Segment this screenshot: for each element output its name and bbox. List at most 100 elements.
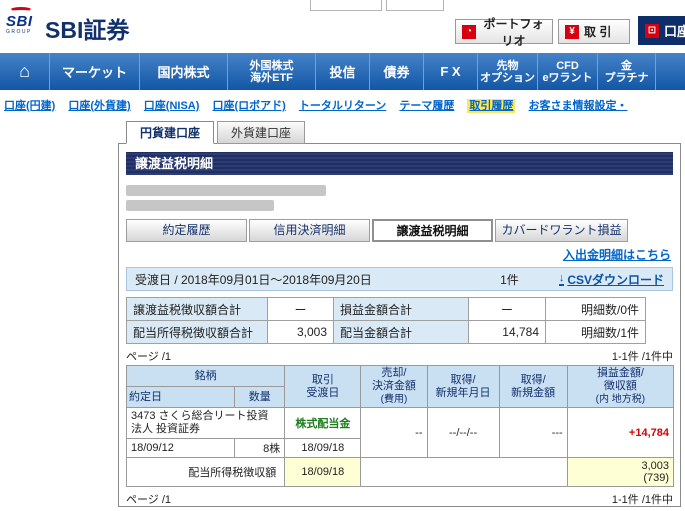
page-title: 譲渡益税明細 [126, 152, 673, 175]
top-header: SBI GROUP SBI証券 ◔ ポートフォリオ ¥ 取 引 ⊡ 口座 [0, 0, 685, 53]
nav-item-market[interactable]: マーケット [50, 53, 140, 90]
header-acquisition-amount: 取得/ 新規金額 [498, 365, 568, 408]
nav-item-cfd-warrant[interactable]: CFD eワラント [538, 53, 598, 90]
download-icon: ↓ [558, 271, 565, 286]
tab-margin-settlement[interactable]: 信用決済明細 [249, 219, 370, 242]
csv-download-link[interactable]: CSVダウンロード [567, 271, 664, 288]
nav-item-futures-options[interactable]: 先物 オプション [478, 53, 538, 90]
pager-top: ページ /1 1-1件 /1件中 [126, 349, 673, 363]
header-line: 新規年月日 [435, 386, 491, 399]
summary-value-pl-total: ー [468, 297, 546, 321]
nav-item-label: 国内株式 [157, 65, 210, 80]
trade-button-label: 取 引 [584, 25, 612, 39]
nav-item-gold-platinum[interactable]: 金 プラチナ [598, 53, 656, 90]
cropped-search-input-2[interactable] [386, 0, 444, 11]
dividend-tax-amount: 3,003 [641, 460, 669, 472]
pager-page-label: ページ /1 [126, 494, 172, 506]
nav-item-label: マーケット [61, 65, 127, 80]
detail-header-row-1: 銘柄 取引 受渡日 売却/ 決済金額 (費用) 取得/ 新規年月日 取得/ 新規… [125, 365, 675, 408]
subnav-link-account-nisa[interactable]: 口座(NISA) [144, 100, 200, 112]
summary-row-dividend-tax: 配当所得税徴収額合計 3,003 配当金額合計 14,784 明細数/1件 [126, 320, 646, 344]
nav-item-label: 先物 [496, 59, 519, 72]
subnav-link-theme-history[interactable]: テーマ履歴 [399, 100, 454, 112]
profit-cell: +14,784 [566, 407, 675, 458]
redacted-user-name [126, 185, 326, 196]
nav-item-label: F X [440, 64, 461, 79]
summary-label-dividend-tax: 配当所得税徴収額合計 [126, 320, 268, 344]
nav-item-label: プラチナ [604, 71, 649, 84]
header-line: 売却/ [381, 367, 407, 379]
quantity-cell: 8株 [234, 438, 286, 458]
tab-capital-gains-tax[interactable]: 譲渡益税明細 [372, 219, 493, 242]
portfolio-button[interactable]: ◔ ポートフォリオ [455, 17, 553, 48]
settlement-date-cell: 18/09/18 [284, 438, 362, 458]
summary-label-pl-total: 損益金額合計 [333, 297, 469, 321]
sbi-logo-text: SBI [6, 13, 33, 30]
redacted-account-info [126, 200, 274, 211]
nav-home-tab[interactable]: ⌂ [0, 53, 50, 90]
trade-button[interactable]: ¥ 取 引 [558, 19, 630, 44]
header-profit-loss: 損益金額/ 徴収額 (内 地方税) [566, 365, 675, 408]
header-trade-settlement: 取引 受渡日 [284, 365, 362, 408]
portfolio-button-label: ポートフォリオ [483, 16, 544, 48]
summary-value-transfer-tax: ー [267, 297, 334, 321]
detail-table: 銘柄 取引 受渡日 売却/ 決済金額 (費用) 取得/ 新規年月日 取得/ 新規… [125, 365, 675, 487]
summary-count-0: 明細数/0件 [545, 297, 646, 321]
nav-item-fx[interactable]: F X [424, 53, 478, 90]
nav-item-label: 債券 [383, 65, 410, 80]
content-area: 円貨建口座 外貨建口座 譲渡益税明細 約定履歴 信用決済明細 譲渡益税明細 カバ… [118, 121, 682, 507]
nav-item-label: eワラント [542, 71, 593, 84]
trade-icon: ¥ [565, 24, 579, 39]
header-line: 決済金額 [371, 380, 416, 392]
acquisition-amount-cell: --- [498, 407, 568, 458]
nav-item-domestic-stock[interactable]: 国内株式 [140, 53, 228, 90]
stock-name-line1: 3473 さくら総合リート投資 [131, 410, 269, 422]
nav-item-foreign-stock-etf[interactable]: 外国株式 海外ETF [228, 53, 316, 90]
nav-item-funds[interactable]: 投信 [316, 53, 370, 90]
header-line: 取引 [311, 373, 334, 386]
tab-covered-warrant-pl[interactable]: カバードワラント損益 [495, 219, 628, 242]
detail-row-tax: 配当所得税徴収額 18/09/18 3,003 (739) [125, 457, 675, 487]
detail-row-stock: 3473 さくら総合リート投資 法人 投資証券 株式配当金 -- --/--/-… [125, 407, 675, 458]
home-icon: ⌂ [19, 61, 30, 81]
tab-foreign-account[interactable]: 外貨建口座 [217, 121, 306, 144]
header-line: 取得/ [520, 373, 546, 386]
portfolio-icon: ◔ [462, 24, 476, 39]
header-line: 新規金額 [511, 386, 556, 399]
deposit-detail-link[interactable]: 入出金明細はこちら [563, 248, 671, 262]
acquisition-date-cell: --/--/-- [426, 407, 500, 458]
header-execution-date: 約定日 [125, 386, 236, 408]
result-count: 1件 [500, 272, 519, 287]
nav-item-bonds[interactable]: 債券 [370, 53, 424, 90]
summary-value-dividend-tax: 3,003 [267, 320, 334, 344]
pager-range-label: 1-1件 /1件中 [611, 494, 673, 506]
subnav-link-total-return[interactable]: トータルリターン [299, 100, 386, 112]
dividend-tax-amount-cell: 3,003 (739) [566, 457, 675, 487]
pager-bottom: ページ /1 1-1件 /1件中 [126, 492, 673, 506]
execution-date-cell: 18/09/12 [125, 438, 236, 458]
subnav-link-account-jpy[interactable]: 口座(円建) [4, 100, 55, 112]
summary-table: 譲渡益税徴収額合計 ー 損益金額合計 ー 明細数/0件 配当所得税徴収額合計 3… [126, 297, 646, 344]
subnav-link-customer-settings[interactable]: お客さま情報設定・ [528, 100, 627, 112]
header-acquisition-date: 取得/ 新規年月日 [426, 365, 500, 408]
subnav-link-trade-history[interactable]: 取引履歴 [467, 99, 516, 113]
tab-jpy-account[interactable]: 円貨建口座 [126, 121, 215, 144]
account-tabs: 円貨建口座 外貨建口座 [126, 121, 306, 144]
subnav-link-account-roboad[interactable]: 口座(ロボアド) [212, 100, 285, 112]
summary-count-1: 明細数/1件 [545, 320, 646, 344]
nav-item-label: 投信 [329, 65, 356, 80]
header-line: 徴収額 [603, 380, 637, 392]
account-button[interactable]: ⊡ 口座 [638, 16, 685, 45]
sbi-logo-group-text: GROUP [6, 29, 32, 35]
dividend-tax-label-cell: 配当所得税徴収額 [125, 457, 286, 487]
stock-name-cell: 3473 さくら総合リート投資 法人 投資証券 [125, 407, 286, 439]
subnav-link-account-foreign[interactable]: 口座(外貨建) [68, 100, 130, 112]
filter-bar: 受渡日 / 2018年09月01日～2018年09月20日 1件 ↓ CSVダウ… [126, 267, 673, 291]
header-stock: 銘柄 [125, 365, 286, 387]
main-panel: 譲渡益税明細 約定履歴 信用決済明細 譲渡益税明細 カバードワラント損益 入出金… [118, 143, 681, 507]
tab-execution-history[interactable]: 約定履歴 [126, 219, 247, 242]
sbi-logo[interactable]: SBI GROUP [6, 7, 42, 35]
header-line: 損益金額/ [596, 367, 644, 379]
sub-nav: 口座(円建) 口座(外貨建) 口座(NISA) 口座(ロボアド) トータルリター… [0, 90, 685, 118]
cropped-search-input[interactable] [310, 0, 382, 11]
